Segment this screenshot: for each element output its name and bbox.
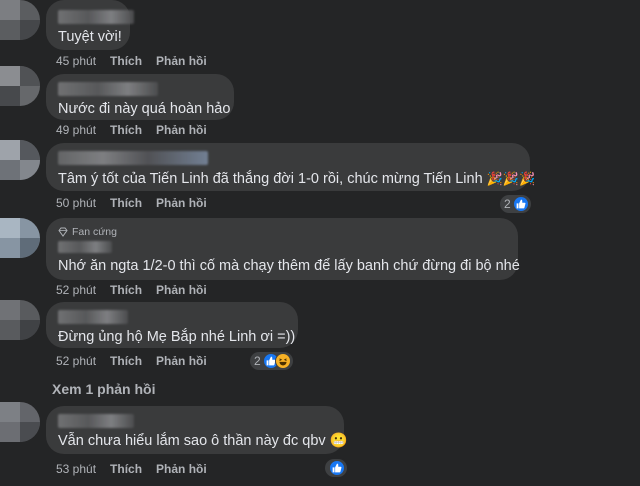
comment-text: Tâm ý tốt của Tiến Linh đã thắng đời 1-0… — [58, 171, 536, 187]
comment-bubble: Tâm ý tốt của Tiến Linh đã thắng đời 1-0… — [46, 143, 536, 191]
reply-button[interactable]: Phản hồi — [156, 54, 207, 68]
comment-bubble: Tuyệt vời! — [46, 0, 134, 50]
avatar[interactable] — [0, 402, 40, 442]
comment-actions: 45 phút Thích Phản hồi — [56, 54, 207, 68]
avatar[interactable] — [0, 140, 40, 180]
comment-bubble: Đừng ủng hộ Mẹ Bắp nhé Linh ơi =)) — [46, 302, 298, 348]
comment-time[interactable]: 50 phút — [56, 196, 96, 210]
commenter-name[interactable] — [58, 82, 158, 96]
commenter-name[interactable] — [58, 414, 134, 428]
comment-time[interactable]: 52 phút — [56, 354, 96, 368]
haha-reaction-icon — [274, 353, 291, 369]
comment-text: Tuyệt vời! — [58, 29, 122, 45]
like-button[interactable]: Thích — [110, 54, 142, 68]
reply-button[interactable]: Phản hồi — [156, 123, 207, 137]
like-button[interactable]: Thích — [110, 462, 142, 476]
comment-actions: 50 phút Thích Phản hồi — [56, 196, 207, 210]
reaction-summary[interactable]: 2 — [250, 352, 293, 370]
diamond-icon — [58, 227, 68, 237]
comment-text: Đừng ủng hộ Mẹ Bắp nhé Linh ơi =)) — [58, 329, 296, 345]
like-button[interactable]: Thích — [110, 123, 142, 137]
avatar[interactable] — [0, 300, 40, 340]
comment-time[interactable]: 45 phút — [56, 54, 96, 68]
like-button[interactable]: Thích — [110, 354, 142, 368]
reaction-summary[interactable]: 2 — [500, 195, 531, 213]
party-popper-icon: 🎉🎉🎉 — [486, 171, 536, 186]
comment-text: Nhớ ăn ngta 1/2-0 thì cố mà chạy thêm để… — [58, 258, 520, 274]
like-button[interactable]: Thích — [110, 283, 142, 297]
reply-button[interactable]: Phản hồi — [156, 196, 207, 210]
comment-bubble: Vẫn chưa hiểu lắm sao ô thần này đc qbv … — [46, 406, 348, 454]
comment-actions: 53 phút Thích Phản hồi — [56, 462, 207, 476]
like-reaction-icon — [512, 196, 529, 212]
grimace-emoji-icon: 😬 — [329, 433, 348, 449]
commenter-name[interactable] — [58, 310, 128, 324]
comment-time[interactable]: 49 phút — [56, 123, 96, 137]
reply-button[interactable]: Phản hồi — [156, 354, 207, 368]
view-replies-link[interactable]: Xem 1 phản hồi — [52, 381, 155, 397]
commenter-name[interactable] — [58, 241, 112, 253]
like-button[interactable]: Thích — [110, 196, 142, 210]
fan-badge: Fan cứng — [58, 226, 506, 238]
comment-actions: 52 phút Thích Phản hồi — [56, 283, 207, 297]
comment-time[interactable]: 52 phút — [56, 283, 96, 297]
avatar[interactable] — [0, 66, 40, 106]
like-reaction-icon — [329, 460, 345, 476]
commenter-name[interactable] — [58, 151, 208, 165]
comment-actions: 52 phút Thích Phản hồi — [56, 354, 207, 368]
avatar[interactable] — [0, 0, 40, 40]
comment-actions: 49 phút Thích Phản hồi — [56, 123, 207, 137]
comment-text: Vẫn chưa hiểu lắm sao ô thần này đc qbv … — [58, 433, 348, 449]
comment-bubble: Nước đi này quá hoàn hảo — [46, 74, 234, 120]
commenter-name[interactable] — [58, 10, 134, 24]
comment-time[interactable]: 53 phút — [56, 462, 96, 476]
comment-text: Nước đi này quá hoàn hảo — [58, 101, 231, 117]
reply-button[interactable]: Phản hồi — [156, 283, 207, 297]
comment-bubble: Fan cứng Nhớ ăn ngta 1/2-0 thì cố mà chạ… — [46, 218, 520, 280]
avatar[interactable] — [0, 218, 40, 258]
reply-button[interactable]: Phản hồi — [156, 462, 207, 476]
reaction-summary[interactable] — [325, 459, 347, 477]
